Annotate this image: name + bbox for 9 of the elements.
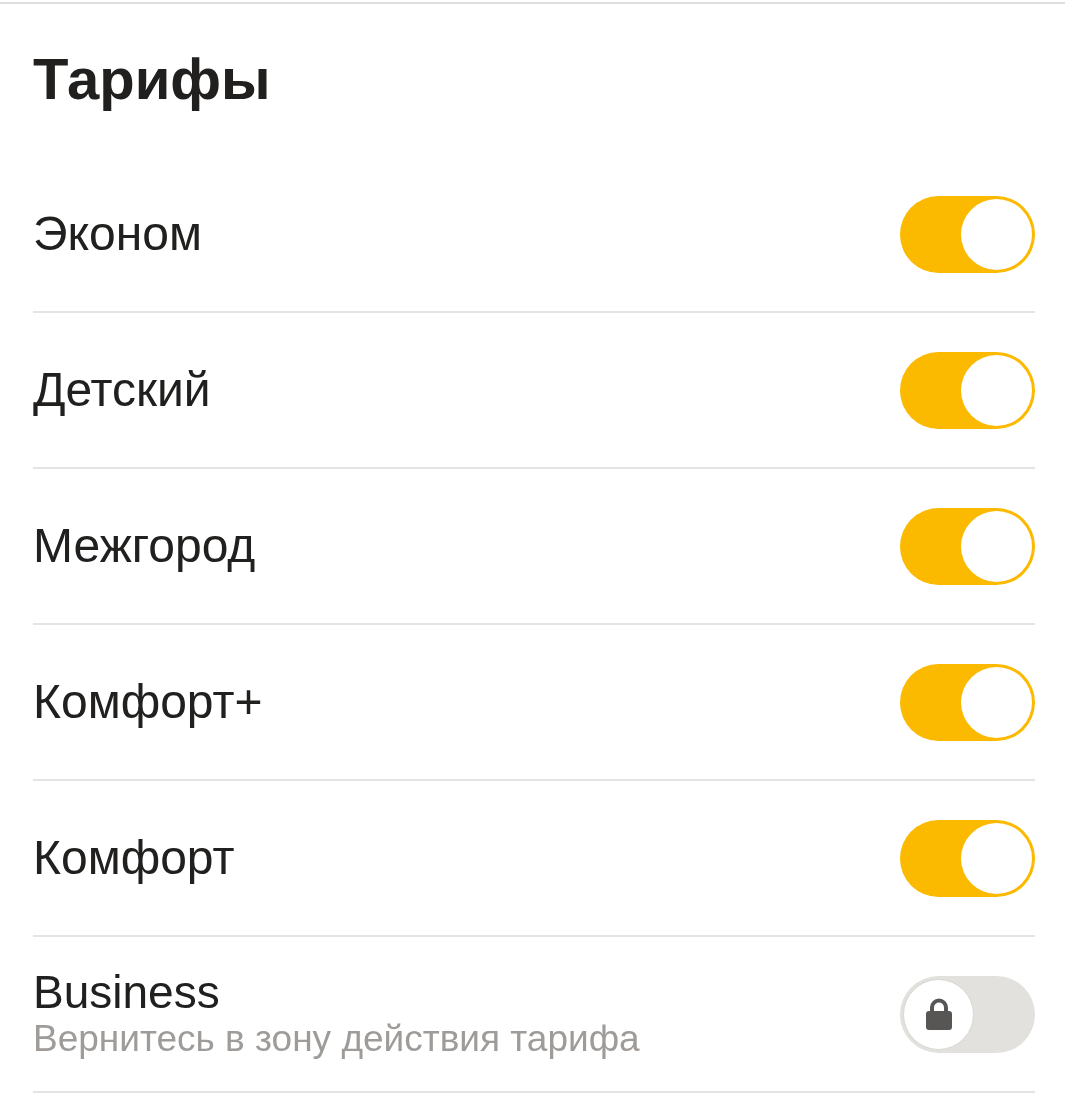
tariff-name: Межгород xyxy=(33,518,256,574)
tariff-name: Business xyxy=(33,967,220,1017)
tariff-name: Эконом xyxy=(33,206,202,262)
tariff-name: Детский xyxy=(33,362,211,418)
tariff-note: Вернитесь в зону действия тарифа xyxy=(33,1017,640,1061)
lock-icon xyxy=(924,998,953,1030)
tariff-name: Комфорт+ xyxy=(33,674,263,730)
page-title: Тарифы xyxy=(33,49,271,109)
tariff-name: Комфорт xyxy=(33,830,235,886)
